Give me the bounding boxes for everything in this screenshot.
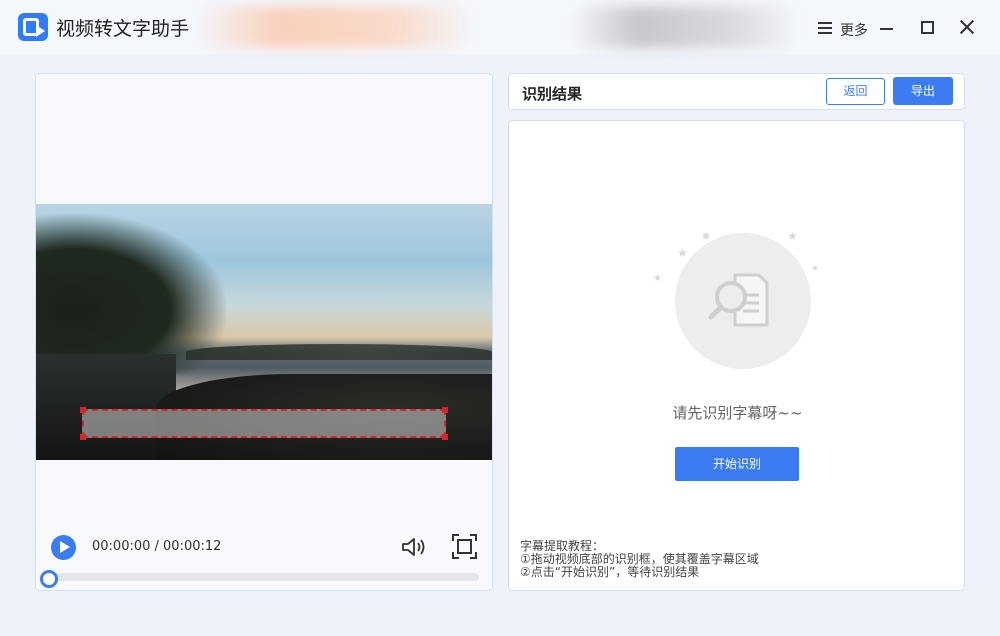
star-decoration-icon: ★ — [787, 229, 798, 243]
video-player-panel: 00:00:00 / 00:00:12 — [35, 73, 493, 591]
resize-handle[interactable] — [442, 407, 448, 413]
star-decoration-icon: ★ — [653, 273, 662, 284]
subtitle-region-selector[interactable] — [80, 407, 448, 440]
play-button[interactable] — [51, 535, 76, 560]
blurred-region — [195, 6, 475, 48]
progress-knob[interactable] — [40, 570, 58, 588]
result-title: 识别结果 — [522, 85, 583, 103]
app-logo-icon — [18, 13, 48, 41]
resize-handle[interactable] — [80, 434, 86, 440]
star-decoration-icon: ★ — [677, 246, 688, 260]
dot-decoration — [703, 233, 709, 239]
dot-decoration — [813, 266, 817, 270]
resize-handle[interactable] — [442, 434, 448, 440]
empty-state-message: 请先识别字幕呀~~ — [672, 404, 803, 422]
time-display: 00:00:00 / 00:00:12 — [92, 539, 222, 554]
play-icon — [60, 541, 70, 553]
back-button[interactable]: 返回 — [826, 78, 885, 105]
progress-track[interactable] — [46, 573, 479, 581]
blurred-region — [570, 6, 800, 48]
result-panel: ★ ★ ★ 请先识别字幕呀~~ 开始识别 字幕提取教程： ①拖动视频底部的识别框… — [508, 120, 965, 591]
maximize-icon[interactable] — [921, 21, 934, 34]
minimize-icon[interactable] — [880, 28, 893, 30]
title-bar: 视频转文字助手 更多 — [0, 0, 1000, 54]
export-button[interactable]: 导出 — [893, 77, 953, 105]
start-recognition-button[interactable]: 开始识别 — [675, 447, 799, 481]
video-frame[interactable] — [36, 204, 492, 460]
fullscreen-icon[interactable] — [452, 534, 477, 559]
app-title: 视频转文字助手 — [56, 18, 190, 40]
resize-handle[interactable] — [80, 407, 86, 413]
volume-icon[interactable] — [401, 536, 427, 558]
tutorial-text: 字幕提取教程： ①拖动视频底部的识别框，使其覆盖字幕区域 ②点击“开始识别”，等… — [520, 540, 759, 579]
tutorial-step: ②点击“开始识别”，等待识别结果 — [520, 565, 700, 579]
menu-icon[interactable] — [818, 22, 832, 34]
close-icon[interactable] — [958, 18, 976, 36]
more-menu-button[interactable]: 更多 — [840, 20, 868, 40]
document-search-icon — [708, 273, 769, 327]
result-header: 识别结果 返回 导出 — [508, 73, 965, 110]
